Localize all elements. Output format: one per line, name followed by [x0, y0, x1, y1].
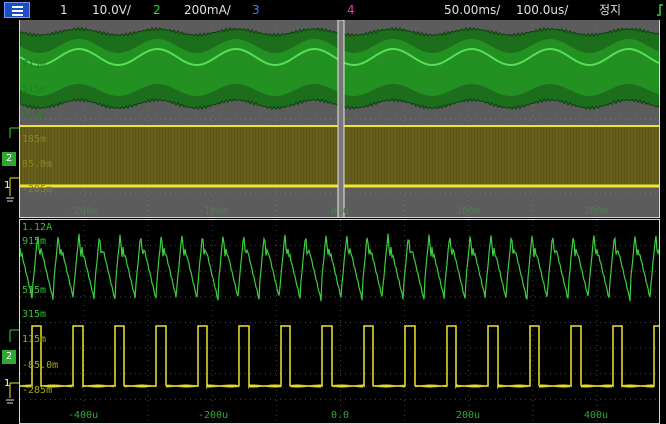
zoomed-waveform [20, 220, 659, 423]
ch4-number[interactable]: 4 [347, 2, 355, 18]
right-margin [660, 20, 666, 424]
z-ch1-label-0: 185m [22, 134, 47, 145]
z-ch2-label-0: 715m [22, 59, 47, 70]
overview-window[interactable]: 715m 515m 315m 185m 85.0m -285m -200m -1… [19, 20, 660, 218]
run-state[interactable]: 정지 [599, 2, 621, 18]
ch2-current-trace [20, 233, 659, 302]
z-ch1-label-2: -285m [22, 184, 53, 195]
zoomed-grid [20, 220, 659, 423]
zoomed-window[interactable]: 1.12A 915m 515m 315m 115m -85.0m -285m -… [19, 219, 660, 424]
menu-button[interactable] [4, 2, 30, 18]
ground-marker-ch2-main-icon[interactable]: 2 [2, 350, 16, 364]
m-time-label-0: -400u [68, 410, 99, 421]
ground-marker-ch1-main-icon[interactable]: 1 [4, 378, 14, 390]
ground-marker-ch1-icon[interactable]: 1 [4, 180, 14, 192]
m-ch1-label-2: -285m [22, 385, 53, 396]
status-bar: 1 10.0V/ 2 200mA/ 3 4 50.00ms/ 100.0us/ … [0, 0, 666, 20]
m-time-label-3: 200u [456, 410, 481, 421]
z-time-label-4: 200m [584, 206, 609, 217]
m-ch2-label-1: 915m [22, 236, 47, 247]
m-ch1-label-1: -85.0m [22, 360, 59, 371]
m-time-label-4: 400u [584, 410, 609, 421]
overview-waveform [20, 20, 659, 217]
z-time-label-3: 100m [456, 206, 481, 217]
m-ch2-label-2: 515m [22, 285, 47, 296]
m-time-label-2: 0.0 [331, 410, 350, 421]
ch2-scale[interactable]: 200mA/ [184, 2, 231, 18]
z-ch2-label-1: 515m [22, 84, 47, 95]
timebase[interactable]: 50.00ms/ [444, 2, 500, 18]
left-margin: 2 1 2 1 [0, 20, 19, 424]
zoom-window-region [337, 20, 345, 217]
z-time-label-1: -100m [198, 206, 229, 217]
m-ch2-label-0: 1.12A [22, 222, 53, 233]
ch2-number[interactable]: 2 [153, 2, 161, 18]
z-time-label-0: -200m [68, 206, 99, 217]
trigger-edge-icon [657, 4, 663, 16]
m-time-label-1: -200u [198, 410, 229, 421]
ch1-scale[interactable]: 10.0V/ [92, 2, 131, 18]
m-ch1-label-0: 115m [22, 334, 47, 345]
m-ch2-label-3: 315m [22, 309, 47, 320]
ground-marker-ch2-icon[interactable]: 2 [2, 152, 16, 166]
main-ground-markers [6, 329, 19, 404]
menu-icon [12, 6, 23, 8]
z-ch2-label-2: 315m [22, 109, 47, 120]
ch1-number[interactable]: 1 [60, 2, 68, 18]
ch3-number[interactable]: 3 [252, 2, 260, 18]
z-time-label-2: 0.0 [331, 206, 350, 217]
z-ch1-label-1: 85.0m [22, 159, 53, 170]
zoom-timebase[interactable]: 100.0us/ [516, 2, 568, 18]
